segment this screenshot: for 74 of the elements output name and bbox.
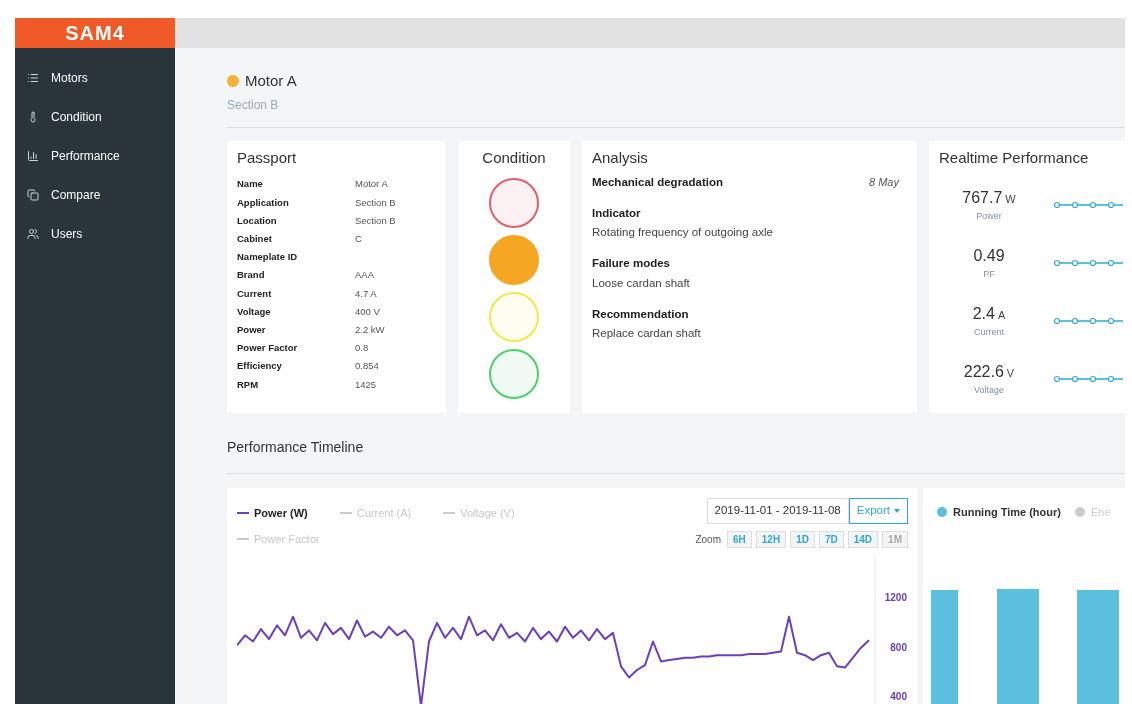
date-range-field[interactable]: 2019-11-01 - 2019-11-08	[706, 498, 849, 524]
field-value: 0.854	[355, 359, 379, 374]
sidebar-item[interactable]: Condition	[15, 97, 175, 136]
thermometer-icon	[27, 110, 39, 123]
analysis-text: Rotating frequency of outgoing axle	[592, 225, 774, 240]
zoom-button[interactable]: 7D	[818, 531, 844, 548]
field-label: Application	[237, 195, 290, 210]
field-label: Efficiency	[237, 359, 283, 374]
card-title: Condition	[482, 148, 546, 168]
field-value: 4.7 A	[355, 286, 377, 301]
metric-label: Voltage	[974, 383, 1004, 397]
y-tick-label: 1200	[884, 593, 907, 604]
field-label: Voltage	[237, 304, 272, 319]
zoom-button[interactable]: 6H	[727, 531, 752, 548]
copy-icon	[27, 188, 39, 201]
field-label: Location	[237, 213, 278, 228]
field-label: Power	[237, 322, 267, 337]
zoom-button[interactable]: 14D	[847, 531, 879, 548]
metric-label: Power	[976, 209, 1002, 223]
field-value: 2.2 kW	[355, 322, 385, 337]
field-value: C	[355, 232, 362, 247]
analysis-label: Recommendation	[592, 306, 690, 322]
field-label: RPM	[237, 377, 260, 392]
field-label: Brand	[237, 268, 266, 283]
zoom-button[interactable]: 1D	[790, 531, 815, 548]
field-value: 0.8	[355, 341, 369, 356]
y-tick-label: 400	[890, 692, 907, 703]
metric-unit: A	[997, 307, 1006, 323]
list-icon	[27, 71, 39, 84]
field-value: AAA	[355, 268, 374, 283]
field-value: Section B	[355, 195, 396, 210]
sidebar-item[interactable]: Motors	[15, 58, 175, 97]
sidebar-item[interactable]: Performance	[15, 136, 175, 175]
analysis-text: Replace cardan shaft	[592, 326, 702, 341]
zoom-button[interactable]: 12H	[755, 531, 787, 548]
field-value: 400 V	[355, 304, 380, 319]
metric-value: 222.6	[963, 361, 1004, 382]
metric-label: PF	[983, 267, 995, 281]
metric-label: Current	[974, 325, 1004, 339]
field-value: Motor A	[355, 177, 388, 192]
metric-value: 0.49	[973, 245, 1005, 266]
sidebar-item[interactable]: Users	[15, 214, 175, 253]
metric-value: 767.7	[962, 187, 1003, 208]
card-title: Analysis	[592, 148, 649, 168]
section-subtitle: Section B	[227, 97, 279, 114]
field-label: Current	[237, 286, 273, 301]
field-value: 1425	[355, 377, 377, 392]
users-icon	[27, 227, 39, 240]
analysis-heading: Mechanical degradation	[592, 174, 723, 190]
field-label: Nameplate ID	[237, 250, 299, 265]
field-value: Section B	[355, 213, 396, 228]
legend-item[interactable]: Power (W)	[237, 504, 308, 522]
analysis-date: 8 May	[869, 174, 899, 190]
metric-unit: W	[1005, 191, 1016, 207]
y-tick-label: 800	[890, 642, 907, 653]
metric-unit: V	[1006, 365, 1015, 381]
card-title: Realtime Performance	[939, 148, 1090, 168]
analysis-label: Indicator	[592, 205, 642, 221]
sidebar-item[interactable]: Compare	[15, 175, 175, 214]
zoom-label: Zoom	[695, 533, 721, 547]
metric-value: 2.4	[972, 303, 995, 324]
export-button[interactable]: Export	[848, 498, 908, 524]
analysis-label: Failure modes	[592, 256, 671, 272]
field-label: Cabinet	[237, 232, 273, 247]
caret-icon	[894, 509, 900, 513]
motor-title: Motor A	[245, 70, 297, 91]
legend-item[interactable]: Running Time (hour)	[937, 504, 1061, 521]
analysis-text: Loose cardan shaft	[592, 275, 691, 291]
field-label: Power Factor	[237, 341, 299, 356]
section-title: Performance Timeline	[227, 438, 364, 457]
field-label: Name	[237, 177, 264, 192]
bar-chart-icon	[27, 149, 39, 162]
logo: SAM4	[15, 18, 175, 48]
card-title: Passport	[237, 148, 298, 168]
